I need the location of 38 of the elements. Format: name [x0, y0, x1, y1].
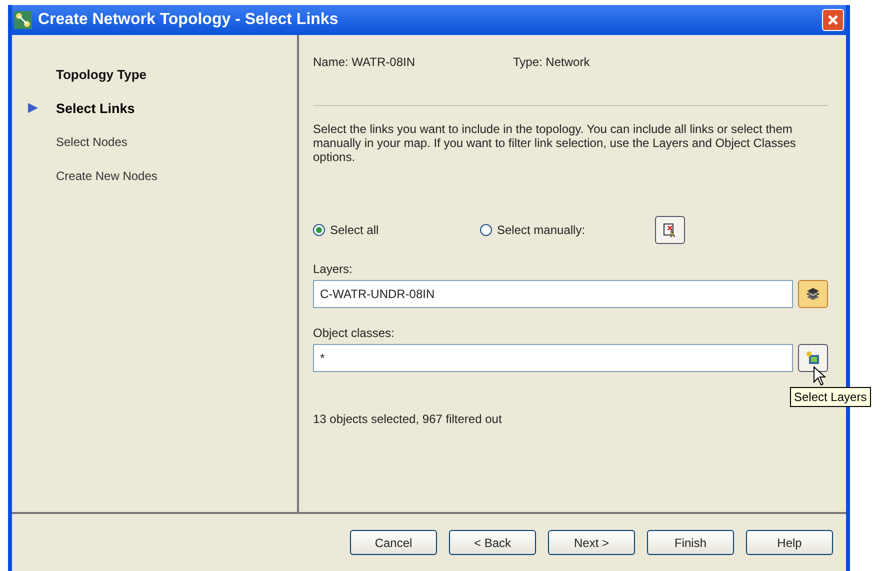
topology-type: Type: Network — [513, 55, 590, 69]
network-icon — [14, 11, 32, 29]
tooltip: Select Layers — [790, 387, 871, 407]
wizard-step[interactable]: Topology Type — [12, 57, 297, 91]
radio-option[interactable]: Select manually: — [480, 223, 647, 237]
layers-field[interactable]: C-WATR-UNDR-08IN — [313, 280, 793, 308]
window-title: Create Network Topology - Select Links — [38, 11, 340, 29]
field-label: Layers: — [313, 262, 354, 276]
close-icon — [826, 13, 840, 27]
radio-button[interactable] — [480, 224, 492, 236]
wizard-step[interactable]: Create New Nodes — [12, 159, 297, 193]
dialog-button[interactable]: Cancel — [350, 530, 437, 555]
select-layers-button[interactable] — [798, 280, 828, 308]
dialog-button[interactable]: < Back — [449, 530, 536, 555]
select-classes-button[interactable] — [798, 344, 828, 372]
layers-icon — [805, 286, 821, 302]
topology-name: Name: WATR-08IN — [313, 55, 416, 69]
field-label: Object classes: — [313, 326, 396, 340]
pointer-icon — [813, 366, 827, 386]
dialog-button[interactable]: Next > — [548, 530, 635, 555]
dialog-button[interactable]: Finish — [647, 530, 734, 555]
select-on-map-button[interactable] — [655, 216, 685, 244]
current-step-icon — [27, 102, 39, 114]
map-select-icon — [662, 222, 678, 238]
object-classes-field[interactable]: * — [313, 344, 793, 372]
step-label: Create New Nodes — [56, 169, 158, 183]
wizard-step[interactable]: Select Nodes — [12, 125, 297, 159]
step-label: Select Nodes — [56, 135, 128, 149]
wizard-step[interactable]: Select Links — [12, 91, 297, 125]
selection-status: 13 objects selected, 967 filtered out — [313, 412, 503, 426]
step-label: Select Links — [56, 100, 135, 116]
close-button[interactable] — [822, 9, 844, 31]
dialog-button[interactable]: Help — [746, 530, 833, 555]
step-label: Topology Type — [56, 66, 147, 82]
radio-button[interactable] — [313, 224, 325, 236]
radio-option[interactable]: Select all — [313, 223, 480, 237]
description-text: Select the links you want to include in the topology. You can include all links or select them manually in your map. If you want to filter link selection, use the Layers and Object Classes options. — [313, 122, 797, 164]
classes-icon — [805, 350, 821, 366]
